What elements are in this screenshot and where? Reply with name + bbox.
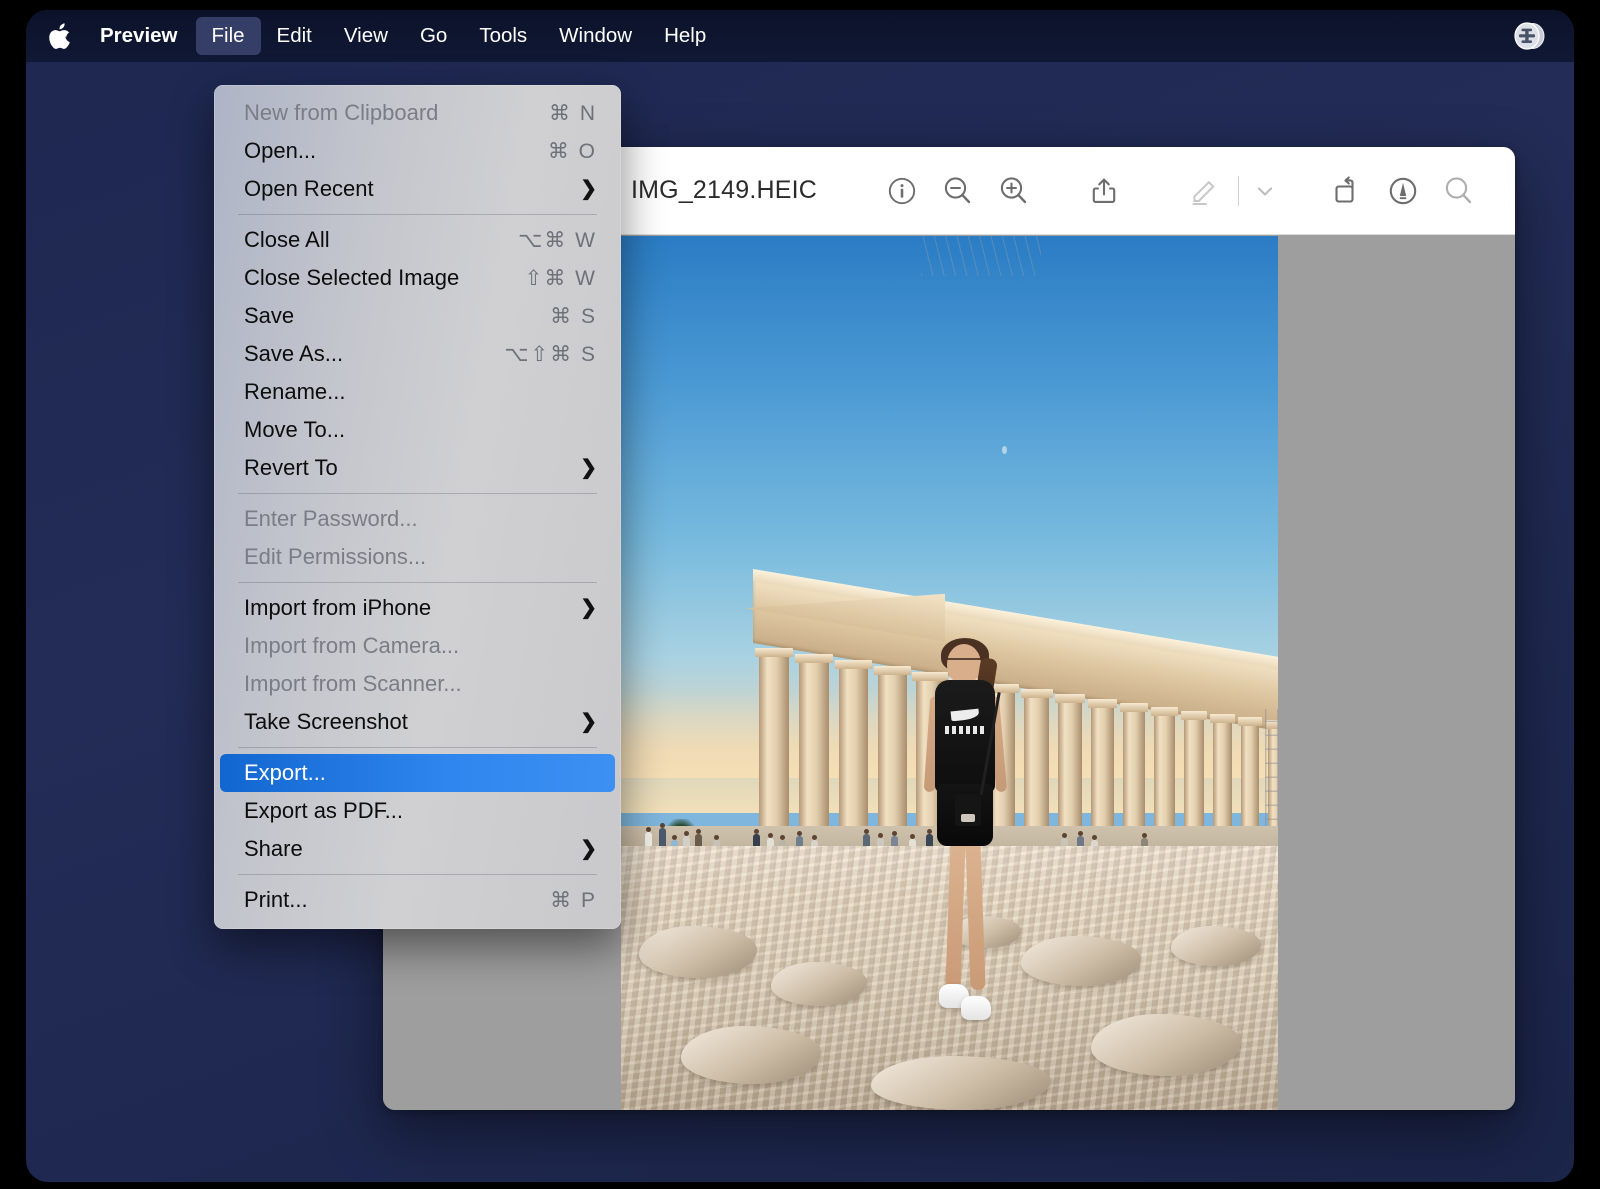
menu-item-label: Close Selected Image	[244, 265, 525, 291]
menu-item-export[interactable]: Export...	[220, 754, 615, 792]
menu-item-label: Import from iPhone	[244, 595, 580, 621]
menu-item-open-recent[interactable]: Open Recent❯	[220, 170, 615, 208]
menu-item-enter-password: Enter Password...	[220, 500, 615, 538]
menu-item-print[interactable]: Print...⌘ P	[220, 881, 615, 919]
menu-item-import-from-scanner: Import from Scanner...	[220, 665, 615, 703]
menu-item-new-from-clipboard: New from Clipboard⌘ N	[220, 94, 615, 132]
menu-edit[interactable]: Edit	[261, 17, 328, 55]
menu-separator	[238, 582, 597, 583]
menu-item-save-as[interactable]: Save As...⌥⇧⌘ S	[220, 335, 615, 373]
menu-bar: Preview File Edit View Go Tools Window H…	[26, 10, 1574, 62]
menu-item-shortcut: ⌘ P	[550, 888, 597, 913]
photo-subject-bag	[955, 794, 981, 826]
menu-item-export-as-pdf[interactable]: Export as PDF...	[220, 792, 615, 830]
menu-item-save[interactable]: Save⌘ S	[220, 297, 615, 335]
menu-item-label: Save	[244, 303, 550, 329]
toolbar-button-group	[874, 163, 1487, 219]
menu-file[interactable]: File	[196, 17, 261, 55]
menu-item-rename[interactable]: Rename...	[220, 373, 615, 411]
menu-item-close-all[interactable]: Close All⌥⌘ W	[220, 221, 615, 259]
photo-subject-right-shoe	[961, 996, 991, 1020]
zoom-out-icon[interactable]	[930, 163, 986, 219]
zoom-in-icon[interactable]	[986, 163, 1042, 219]
menu-item-label: Enter Password...	[244, 506, 597, 532]
menu-item-shortcut: ⌘ N	[549, 101, 597, 126]
menu-item-label: Open...	[244, 138, 548, 164]
menu-item-label: Print...	[244, 887, 550, 913]
menu-item-import-from-iphone[interactable]: Import from iPhone❯	[220, 589, 615, 627]
menu-help[interactable]: Help	[648, 17, 722, 55]
chevron-right-icon: ❯	[580, 598, 597, 618]
menu-item-label: Take Screenshot	[244, 709, 580, 735]
chevron-right-icon: ❯	[580, 839, 597, 859]
menu-separator	[238, 747, 597, 748]
photo-subject-right-leg	[965, 840, 985, 990]
menu-item-label: Close All	[244, 227, 518, 253]
share-icon[interactable]	[1076, 163, 1132, 219]
menu-item-label: Revert To	[244, 455, 580, 481]
menu-item-label: Open Recent	[244, 176, 580, 202]
photo-acropolis[interactable]	[621, 236, 1278, 1110]
document-title: IMG_2149.HEIC	[631, 176, 817, 205]
chevron-right-icon: ❯	[580, 458, 597, 478]
chevron-down-icon[interactable]	[1245, 163, 1285, 219]
search-icon[interactable]	[1431, 163, 1487, 219]
apple-logo-icon[interactable]	[42, 17, 76, 55]
menu-item-shortcut: ⌘ S	[550, 304, 597, 329]
menu-separator	[238, 493, 597, 494]
menu-item-label: Import from Scanner...	[244, 671, 597, 697]
menu-item-shortcut: ⇧⌘ W	[525, 266, 597, 291]
menu-item-label: Edit Permissions...	[244, 544, 597, 570]
menu-item-label: Export...	[244, 760, 597, 786]
user-avatar-icon[interactable]	[1510, 17, 1548, 55]
photo-subject-glasses	[947, 658, 981, 668]
photo-crane	[921, 236, 1041, 276]
menu-item-import-from-camera: Import from Camera...	[220, 627, 615, 665]
menu-item-label: Save As...	[244, 341, 504, 367]
menu-separator	[238, 214, 597, 215]
menu-item-label: New from Clipboard	[244, 100, 549, 126]
menu-item-shortcut: ⌥⇧⌘ S	[504, 342, 597, 367]
rotate-icon[interactable]	[1319, 163, 1375, 219]
toolbar-divider	[1238, 176, 1239, 206]
photo-moon	[1002, 446, 1007, 454]
file-menu-dropdown[interactable]: New from Clipboard⌘ NOpen...⌘ OOpen Rece…	[214, 85, 621, 929]
chevron-right-icon: ❯	[580, 179, 597, 199]
menu-item-label: Import from Camera...	[244, 633, 597, 659]
photo-scaffolding	[1265, 709, 1278, 834]
menu-item-label: Export as PDF...	[244, 798, 597, 824]
menu-bar-status-area	[1510, 17, 1556, 55]
menu-item-shortcut: ⌘ O	[548, 139, 597, 164]
menu-item-label: Share	[244, 836, 580, 862]
menu-item-label: Rename...	[244, 379, 597, 405]
markup-pen-icon[interactable]	[1176, 163, 1232, 219]
menu-item-take-screenshot[interactable]: Take Screenshot❯	[220, 703, 615, 741]
menu-item-revert-to[interactable]: Revert To❯	[220, 449, 615, 487]
menu-item-move-to[interactable]: Move To...	[220, 411, 615, 449]
menu-tools[interactable]: Tools	[463, 17, 543, 55]
menu-item-close-selected-image[interactable]: Close Selected Image⇧⌘ W	[220, 259, 615, 297]
chevron-right-icon: ❯	[580, 712, 597, 732]
menu-item-open[interactable]: Open...⌘ O	[220, 132, 615, 170]
menu-window[interactable]: Window	[543, 17, 648, 55]
photo-subject-left-leg	[945, 840, 965, 990]
info-icon[interactable]	[874, 163, 930, 219]
menu-item-label: Move To...	[244, 417, 597, 443]
menu-app-name[interactable]: Preview	[86, 17, 196, 55]
menu-bar-items: Preview File Edit View Go Tools Window H…	[42, 17, 722, 55]
desktop-screen: Preview File Edit View Go Tools Window H…	[26, 10, 1574, 1182]
menu-view[interactable]: View	[328, 17, 404, 55]
menu-item-edit-permissions: Edit Permissions...	[220, 538, 615, 576]
menu-item-share[interactable]: Share❯	[220, 830, 615, 868]
photo-subject-person	[913, 644, 1017, 1044]
annotate-icon[interactable]	[1375, 163, 1431, 219]
menu-separator	[238, 874, 597, 875]
menu-item-shortcut: ⌥⌘ W	[518, 228, 597, 253]
menu-go[interactable]: Go	[404, 17, 463, 55]
